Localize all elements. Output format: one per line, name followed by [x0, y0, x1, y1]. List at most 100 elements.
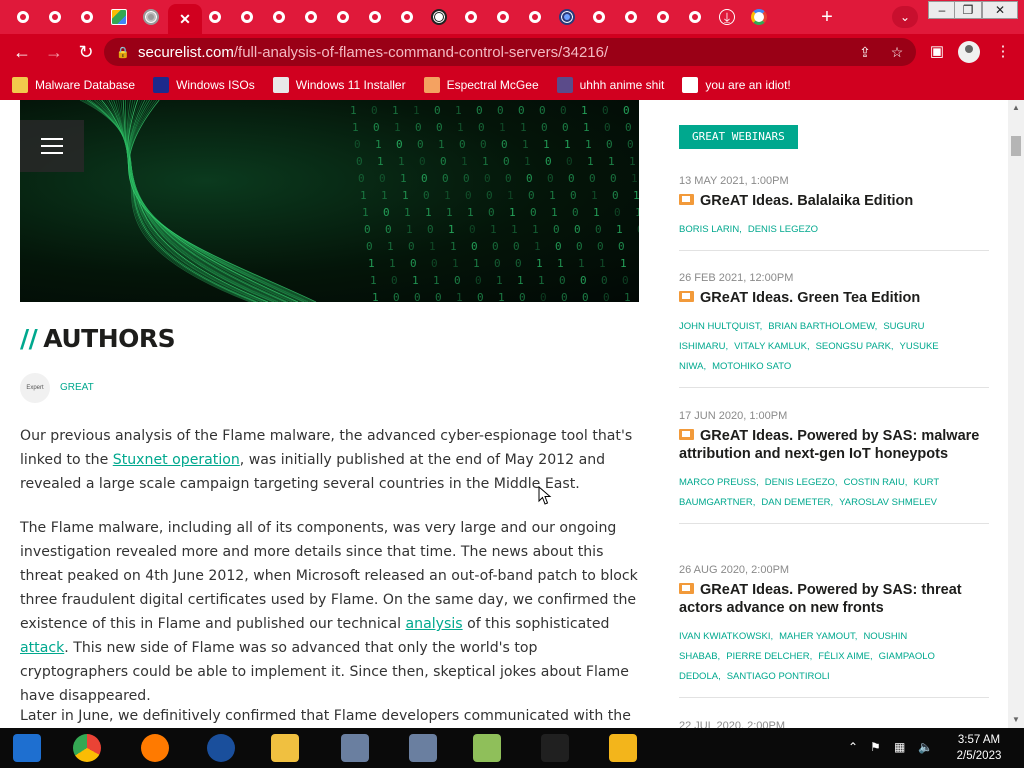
browser-tab[interactable] — [140, 6, 162, 28]
speaker-link[interactable]: MAHER YAMOUT, — [779, 631, 857, 642]
browser-tab[interactable] — [332, 6, 354, 28]
page-scrollbar[interactable]: ▲ ▼ — [1008, 100, 1024, 728]
speaker-link[interactable]: MOTOHIKO SATO — [712, 361, 791, 372]
address-bar[interactable]: 🔒 securelist.com/full-analysis-of-flames… — [104, 38, 916, 66]
speaker-link[interactable]: DENIS LEGEZO, — [765, 477, 838, 488]
browser-tab[interactable] — [12, 6, 34, 28]
speaker-link[interactable]: PIERRE DELCHER, — [726, 651, 812, 662]
url-text[interactable]: securelist.com/full-analysis-of-flames-c… — [138, 44, 608, 61]
browser-tab[interactable] — [396, 6, 418, 28]
side-panel-button[interactable]: ▣ — [926, 42, 948, 62]
author-link[interactable]: GREAT — [60, 382, 94, 393]
taskbar-clock[interactable]: 3:57 AM 2/5/2023 — [944, 732, 1014, 764]
tab-search-button[interactable]: ⌄ — [892, 6, 918, 28]
browser-tab[interactable] — [204, 6, 226, 28]
taskbar-app[interactable] — [138, 732, 172, 764]
article-link[interactable]: analysis — [406, 616, 463, 632]
speaker-link[interactable]: BRIAN BARTHOLOMEW, — [768, 321, 877, 332]
taskbar-app[interactable] — [338, 732, 372, 764]
taskbar-app[interactable] — [10, 732, 44, 764]
speaker-link[interactable]: YAROSLAV SHMELEV — [839, 497, 937, 508]
volume-icon[interactable]: 🔈 — [918, 740, 933, 754]
hero-digit: 1 — [583, 121, 590, 134]
article-link[interactable]: attack — [20, 640, 64, 656]
webinar-title: GReAT Ideas. Powered by SAS: threat acto… — [679, 582, 962, 616]
great-webinars-badge[interactable]: GREAT WEBINARS — [679, 125, 798, 149]
browser-tab[interactable] — [652, 6, 674, 28]
browser-tab[interactable] — [492, 6, 514, 28]
browser-tab[interactable] — [748, 6, 770, 28]
taskbar-app[interactable] — [406, 732, 440, 764]
browser-tab[interactable] — [684, 6, 706, 28]
hero-digit: 0 — [477, 291, 484, 302]
browser-menu-button[interactable]: ⋮ — [992, 42, 1014, 62]
taskbar-app[interactable] — [470, 732, 504, 764]
bookmark-item[interactable]: Windows ISOs — [153, 77, 255, 93]
forward-button[interactable]: → — [42, 41, 66, 63]
browser-tab[interactable] — [460, 6, 482, 28]
author-avatar[interactable]: Expert — [20, 373, 50, 403]
taskbar-app[interactable] — [538, 732, 572, 764]
profile-avatar[interactable] — [958, 41, 980, 63]
speaker-link[interactable]: VITALY KAMLUK, — [734, 341, 810, 352]
webinar-title-link[interactable]: GReAT Ideas. Green Tea Edition — [679, 289, 989, 307]
minimize-button[interactable]: – — [928, 1, 956, 19]
browser-tab[interactable] — [268, 6, 290, 28]
browser-tab[interactable] — [524, 6, 546, 28]
bookmark-item[interactable]: Malware Database — [12, 77, 135, 93]
browser-tab[interactable] — [76, 6, 98, 28]
back-button[interactable]: ← — [10, 41, 34, 63]
bookmark-star-icon[interactable]: ☆ — [888, 44, 906, 60]
speaker-link[interactable]: BORIS LARIN, — [679, 224, 742, 235]
article-link[interactable]: Stuxnet operation — [113, 452, 240, 468]
restore-button[interactable]: ❐ — [954, 1, 982, 19]
show-hidden-icons-icon[interactable]: ⌃ — [848, 740, 858, 754]
speaker-link[interactable]: COSTIN RAIU, — [844, 477, 908, 488]
browser-tab[interactable] — [364, 6, 386, 28]
browser-tab[interactable] — [108, 6, 130, 28]
bookmark-item[interactable]: Espectral McGee — [423, 77, 539, 93]
browser-tab[interactable] — [236, 6, 258, 28]
browser-tab[interactable]: ⤓ — [716, 6, 738, 28]
browser-tab[interactable] — [620, 6, 642, 28]
taskbar-app[interactable] — [204, 732, 238, 764]
bookmark-item[interactable]: uhhh anime shit — [556, 77, 664, 93]
speaker-link[interactable]: DENIS LEGEZO — [748, 224, 818, 235]
scroll-up-icon[interactable]: ▲ — [1008, 100, 1024, 116]
scroll-thumb[interactable] — [1011, 136, 1021, 156]
hero-digit: 0 — [492, 240, 499, 253]
speaker-link[interactable]: IVAN KWIATKOWSKI, — [679, 631, 773, 642]
share-icon[interactable]: ⇪ — [856, 44, 874, 60]
browser-tab[interactable] — [588, 6, 610, 28]
network-icon[interactable]: ▦ — [894, 740, 905, 754]
hero-digit: 0 — [434, 104, 441, 117]
browser-tab[interactable] — [44, 6, 66, 28]
webinar-title-link[interactable]: GReAT Ideas. Balalaika Edition — [679, 192, 989, 210]
browser-tab[interactable] — [556, 6, 578, 28]
new-tab-button[interactable]: + — [816, 6, 838, 28]
webinar-title-link[interactable]: GReAT Ideas. Powered by SAS: malware att… — [679, 427, 989, 463]
reload-button[interactable]: ↻ — [74, 41, 98, 63]
scroll-down-icon[interactable]: ▼ — [1008, 712, 1024, 728]
active-tab[interactable]: ✕ — [168, 4, 202, 34]
flag-icon[interactable]: ⚑ — [870, 740, 881, 754]
speaker-link[interactable]: SEONGSU PARK, — [816, 341, 894, 352]
hamburger-menu-button[interactable] — [20, 120, 84, 172]
speaker-link[interactable]: FÉLIX AIME, — [818, 651, 872, 662]
webinar-item: 17 JUN 2020, 1:00PM GReAT Ideas. Powered … — [679, 410, 989, 524]
speaker-link[interactable]: JOHN HULTQUIST, — [679, 321, 762, 332]
taskbar-app[interactable] — [606, 732, 640, 764]
speaker-link[interactable]: SANTIAGO PONTIROLI — [727, 671, 830, 682]
bookmark-item[interactable]: Windows 11 Installer — [272, 77, 406, 93]
close-window-button[interactable]: ✕ — [982, 1, 1018, 19]
taskbar-app[interactable] — [268, 732, 302, 764]
taskbar-app[interactable] — [70, 732, 104, 764]
speaker-link[interactable]: DAN DEMETER, — [761, 497, 833, 508]
bookmark-item[interactable]: you are an idiot! — [682, 77, 791, 93]
webinar-title-link[interactable]: GReAT Ideas. Powered by SAS: threat acto… — [679, 581, 989, 617]
speaker-link[interactable]: MARCO PREUSS, — [679, 477, 759, 488]
browser-tab[interactable] — [428, 6, 450, 28]
browser-tab[interactable] — [300, 6, 322, 28]
close-icon[interactable]: ✕ — [179, 11, 191, 28]
hero-digit: 1 — [538, 274, 545, 287]
